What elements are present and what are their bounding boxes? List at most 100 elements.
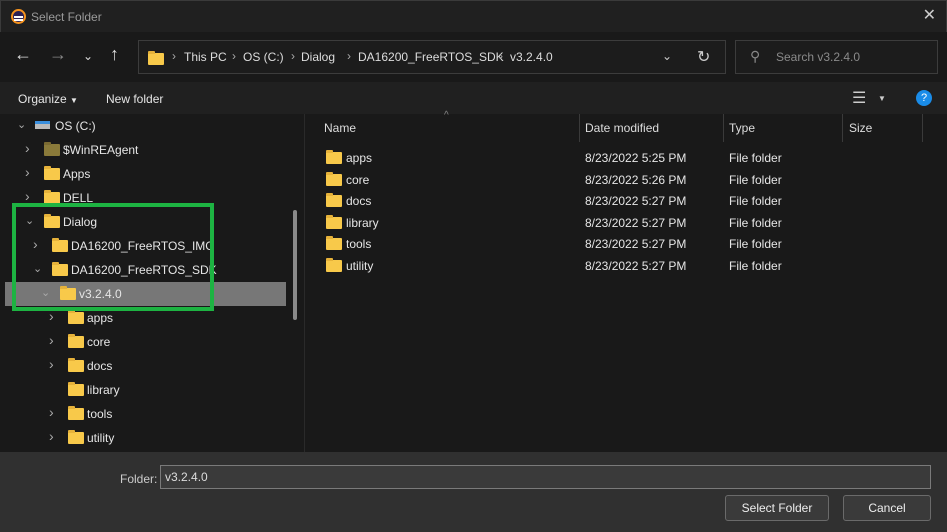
help-icon[interactable]: ? [916,90,932,106]
chevron-right-icon[interactable]: › [49,356,54,372]
file-row[interactable]: tools 8/23/2022 5:27 PM File folder [306,233,947,254]
tree-item-label: utility [87,431,115,445]
column-divider[interactable] [922,114,923,142]
cancel-button[interactable]: Cancel [843,495,931,521]
tree-scrollbar[interactable] [293,210,297,320]
breadcrumb-sdk[interactable]: DA16200_FreeRTOS_SDK [358,50,504,64]
file-row[interactable]: docs 8/23/2022 5:27 PM File folder [306,190,947,211]
chevron-right-icon: › [499,49,503,63]
forward-arrow-icon[interactable]: → [49,44,67,65]
folder-icon [68,310,84,324]
folder-icon [326,214,342,229]
command-bar: Organize ▼ New folder ☰ ▼ ? [0,82,947,114]
folder-icon [44,142,60,156]
file-row[interactable]: utility 8/23/2022 5:27 PM File folder [306,255,947,276]
folder-icon [68,334,84,348]
select-folder-button[interactable]: Select Folder [725,495,829,521]
file-type: File folder [729,151,782,165]
tree-item[interactable]: › utility [5,426,286,450]
column-divider[interactable] [579,114,580,142]
folder-icon [326,236,342,251]
close-icon[interactable]: ✕ [923,5,936,25]
view-dropdown-icon[interactable]: ▼ [878,94,886,103]
chevron-right-icon: › [347,49,351,63]
file-row[interactable]: apps 8/23/2022 5:25 PM File folder [306,147,947,168]
file-type: File folder [729,194,782,209]
column-date-modified[interactable]: Date modified [585,121,659,135]
sort-ascending-icon: ^ [444,110,449,121]
tree-item-label: tools [87,407,113,421]
column-divider[interactable] [842,114,843,142]
folder-input[interactable] [160,465,931,489]
search-placeholder: Search v3.2.4.0 [776,50,861,64]
tree-item-label: OS (C:) [55,119,96,133]
file-name: core [346,172,370,187]
file-date: 8/23/2022 5:27 PM [585,194,687,209]
file-date: 8/23/2022 5:27 PM [585,237,687,252]
folder-icon [68,406,84,420]
dialog-footer: Folder: Select Folder Cancel [0,452,947,532]
chevron-right-icon[interactable]: › [49,428,54,444]
chevron-right-icon[interactable]: › [49,404,54,420]
up-arrow-icon[interactable]: ↑ [110,44,119,65]
chevron-right-icon[interactable]: › [49,332,54,348]
chevron-down-icon[interactable]: ⌄ [17,118,26,131]
chevron-right-icon: › [291,49,295,63]
tree-item-label: docs [87,359,113,373]
file-type: File folder [729,237,782,252]
tree-item[interactable]: › $WinREAgent [5,138,286,162]
breadcrumb-this-pc[interactable]: This PC [184,50,227,64]
tree-item-label: Apps [63,167,91,181]
tree-item[interactable]: › Apps [5,162,286,186]
organize-button[interactable]: Organize ▼ [18,92,78,106]
file-name: utility [346,259,374,273]
organize-label: Organize [18,92,67,106]
file-date: 8/23/2022 5:25 PM [585,151,687,165]
tree-item-label: apps [87,311,114,325]
folder-label: Folder: [120,472,158,486]
folder-icon [68,430,84,444]
view-options-icon[interactable]: ☰ [852,88,866,108]
column-divider[interactable] [723,114,724,142]
folder-icon [148,51,164,65]
address-bar[interactable]: › This PC › OS (C:) › Dialog › DA16200_F… [138,40,726,74]
column-size[interactable]: Size [849,121,872,135]
recent-locations-chevron-icon[interactable]: ⌄ [83,49,93,63]
breadcrumb-dialog[interactable]: Dialog [301,50,335,64]
folder-icon [326,258,342,272]
breadcrumb-version[interactable]: v3.2.4.0 [510,50,553,64]
drive-icon [35,121,50,129]
folder-icon [44,166,60,180]
file-date: 8/23/2022 5:27 PM [585,259,687,273]
breadcrumb-os-c[interactable]: OS (C:) [243,50,284,64]
window-title: Select Folder [31,10,102,24]
file-row[interactable]: library 8/23/2022 5:27 PM File folder [306,212,947,233]
refresh-icon[interactable]: ↻ [697,47,710,67]
tree-item[interactable]: › tools [5,402,286,426]
title-bar: Select Folder ✕ [0,0,947,32]
file-row[interactable]: core 8/23/2022 5:26 PM File folder [306,169,947,190]
chevron-right-icon[interactable]: › [25,188,30,204]
address-dropdown-icon[interactable]: ⌄ [662,49,672,63]
folder-icon [68,358,84,372]
column-type[interactable]: Type [729,121,755,135]
column-name[interactable]: Name [324,121,356,135]
back-arrow-icon[interactable]: ← [14,44,32,65]
folder-icon [326,171,342,186]
file-name: tools [346,237,372,252]
navigation-bar: ← → ⌄ ↑ › This PC › OS (C:) › Dialog › D… [0,32,947,82]
tree-item[interactable]: ⌄ OS (C:) [5,114,286,138]
dropdown-caret-icon: ▼ [70,96,78,105]
chevron-right-icon[interactable]: › [25,164,30,180]
tree-item[interactable]: library [5,378,286,402]
tree-item[interactable]: › core [5,330,286,354]
tree-item[interactable]: › docs [5,354,286,378]
file-name: apps [346,151,373,165]
new-folder-button[interactable]: New folder [106,92,163,106]
file-type: File folder [729,172,782,187]
file-type: File folder [729,215,782,230]
chevron-right-icon[interactable]: › [25,140,30,156]
file-date: 8/23/2022 5:26 PM [585,172,687,187]
file-type: File folder [729,259,782,273]
search-box[interactable]: ⚲ Search v3.2.4.0 [735,40,938,74]
